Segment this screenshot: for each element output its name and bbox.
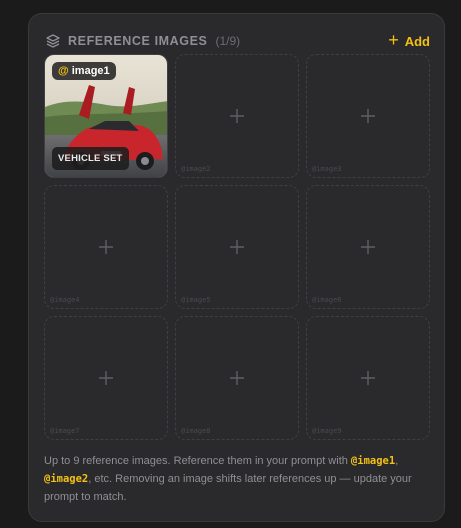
help-code-image2: @image2 — [44, 473, 89, 485]
at-icon: @ — [58, 65, 69, 77]
image-slot-9[interactable]: @image9 — [306, 316, 430, 440]
panel-header: REFERENCE IMAGES (1/9) + Add — [45, 31, 430, 51]
reference-images-panel: REFERENCE IMAGES (1/9) + Add @ image1 VE… — [28, 13, 445, 522]
slot-reference-label: @image7 — [50, 427, 80, 435]
plus-icon — [230, 109, 244, 123]
slot-reference-label: @image5 — [181, 296, 211, 304]
panel-title: REFERENCE IMAGES — [68, 34, 208, 48]
plus-icon — [230, 371, 244, 385]
layers-icon — [45, 33, 61, 49]
help-text: Up to 9 reference images. Reference them… — [44, 452, 436, 506]
plus-icon — [361, 109, 375, 123]
image-count: (1/9) — [215, 34, 241, 48]
image-grid: @ image1 VEHICLE SET @image2 @image3 @im… — [44, 54, 433, 440]
image-slot-2[interactable]: @image2 — [175, 54, 299, 178]
slot-reference-label: @image4 — [50, 296, 80, 304]
image-slot-7[interactable]: @image7 — [44, 316, 168, 440]
help-code-image1: @image1 — [350, 455, 396, 467]
plus-icon: + — [388, 30, 399, 50]
slot-reference-label: @image9 — [312, 427, 342, 435]
help-separator: , — [395, 455, 399, 467]
image-slot-6[interactable]: @image6 — [306, 185, 430, 309]
image-caption: VEHICLE SET — [52, 147, 129, 170]
plus-icon — [361, 240, 375, 254]
add-image-button[interactable]: + Add — [388, 30, 430, 50]
reference-name: image1 — [71, 65, 110, 77]
plus-icon — [230, 240, 244, 254]
slot-reference-label: @image6 — [312, 296, 342, 304]
slot-reference-label: @image8 — [181, 427, 211, 435]
plus-icon — [99, 240, 113, 254]
reference-badge: @ image1 — [52, 62, 116, 80]
help-text-part1: Up to 9 reference images. Reference them… — [44, 455, 351, 467]
image-slot-5[interactable]: @image5 — [175, 185, 299, 309]
plus-icon — [99, 371, 113, 385]
plus-icon — [361, 371, 375, 385]
add-button-label: Add — [404, 33, 430, 49]
image-slot-1[interactable]: @ image1 VEHICLE SET — [44, 54, 168, 178]
image-slot-8[interactable]: @image8 — [175, 316, 299, 440]
help-text-part2: , etc. Removing an image shifts later re… — [44, 473, 412, 503]
image-slot-3[interactable]: @image3 — [306, 54, 430, 178]
slot-reference-label: @image2 — [181, 165, 211, 173]
image-slot-4[interactable]: @image4 — [44, 185, 168, 309]
slot-reference-label: @image3 — [312, 165, 342, 173]
